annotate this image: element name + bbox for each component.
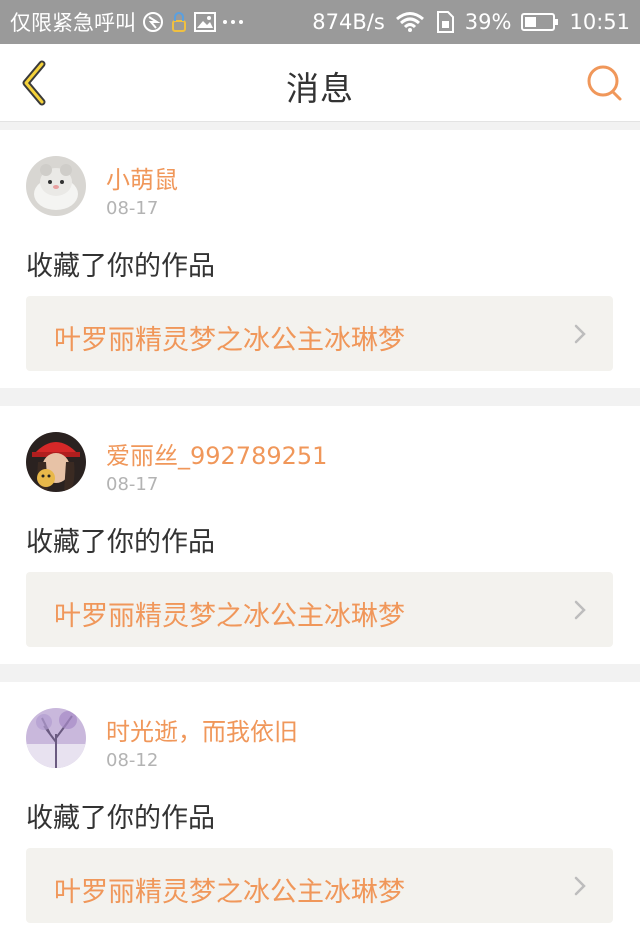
work-link[interactable]: 叶罗丽精灵梦之冰公主冰琳梦 — [26, 296, 613, 371]
carrier-text: 仅限紧急呼叫 — [10, 11, 136, 35]
work-title: 叶罗丽精灵梦之冰公主冰琳梦 — [54, 325, 405, 356]
vpn-lock-icon — [170, 11, 188, 33]
avatar[interactable] — [26, 156, 86, 216]
work-link[interactable]: 叶罗丽精灵梦之冰公主冰琳梦 — [26, 848, 613, 923]
sim-icon — [435, 11, 455, 33]
work-title: 叶罗丽精灵梦之冰公主冰琳梦 — [54, 877, 405, 908]
more-dots-icon — [222, 18, 244, 26]
network-speed: 874B/s — [312, 10, 385, 34]
nav-bar: 消息 — [0, 44, 640, 122]
wifi-icon — [395, 11, 425, 33]
battery-percent: 39% — [464, 10, 512, 34]
user-name[interactable]: 时光逝，而我依旧 — [106, 712, 298, 747]
message-date: 08-17 — [106, 474, 159, 495]
search-button[interactable] — [584, 62, 626, 104]
image-icon — [194, 12, 216, 32]
page-title: 消息 — [286, 69, 354, 108]
chevron-right-icon — [574, 324, 586, 344]
message-date: 08-17 — [106, 198, 159, 219]
user-name[interactable]: 小萌鼠 — [106, 160, 178, 195]
clock-time: 10:51 — [569, 10, 630, 34]
avatar[interactable] — [26, 708, 86, 768]
battery-icon — [521, 12, 559, 32]
action-text: 收藏了你的作品 — [26, 527, 215, 558]
message-date: 08-12 — [106, 750, 159, 771]
no-signal-icon — [142, 11, 164, 33]
work-title: 叶罗丽精灵梦之冰公主冰琳梦 — [54, 601, 405, 632]
message-card: 爱丽丝_992789251 08-17 收藏了你的作品 叶罗丽精灵梦之冰公主冰琳… — [0, 406, 640, 664]
status-bar: 仅限紧急呼叫 874B/s 39% 10:51 — [0, 0, 640, 44]
message-card: 时光逝，而我依旧 08-12 收藏了你的作品 叶罗丽精灵梦之冰公主冰琳梦 — [0, 682, 640, 937]
message-card: 小萌鼠 08-17 收藏了你的作品 叶罗丽精灵梦之冰公主冰琳梦 — [0, 130, 640, 388]
chevron-right-icon — [574, 600, 586, 620]
user-name[interactable]: 爱丽丝_992789251 — [106, 436, 327, 471]
work-link[interactable]: 叶罗丽精灵梦之冰公主冰琳梦 — [26, 572, 613, 647]
message-list: 小萌鼠 08-17 收藏了你的作品 叶罗丽精灵梦之冰公主冰琳梦 爱丽丝_9927… — [0, 130, 640, 937]
action-text: 收藏了你的作品 — [26, 803, 215, 834]
action-text: 收藏了你的作品 — [26, 251, 215, 282]
chevron-right-icon — [574, 876, 586, 896]
search-icon — [587, 65, 622, 101]
avatar[interactable] — [26, 432, 86, 492]
